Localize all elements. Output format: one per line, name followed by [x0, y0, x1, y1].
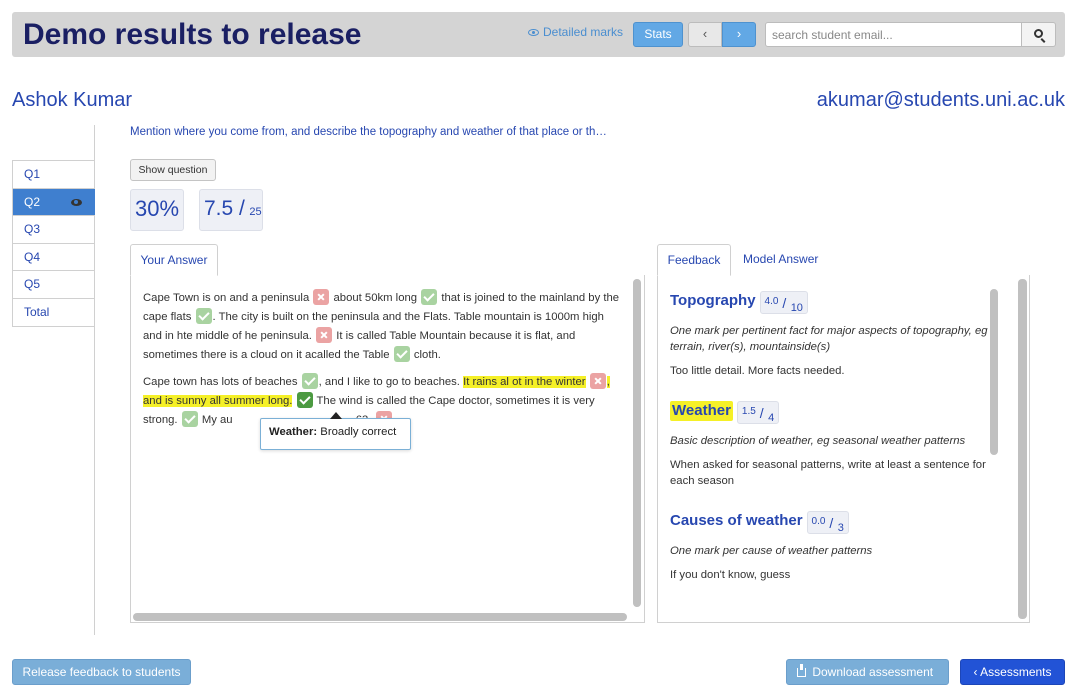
criterion-comment: Too little detail. More facts needed.: [670, 365, 845, 377]
tick-mark-icon[interactable]: [393, 346, 410, 362]
chevron-right-icon: ›: [736, 26, 742, 41]
criterion-header: Causes of weather 0.0 / 3: [670, 511, 988, 534]
criterion-title: Causes of weather: [670, 512, 803, 529]
question-nav-label: Q2: [24, 194, 41, 209]
next-student-button[interactable]: ›: [722, 22, 756, 47]
release-feedback-button[interactable]: Release feedback to students: [12, 659, 191, 685]
previous-student-button[interactable]: ‹: [688, 22, 722, 47]
cross-mark-icon[interactable]: [316, 327, 333, 343]
criterion: Weather 1.5 / 4 Basic description of wea…: [670, 401, 988, 489]
score-slash: /: [233, 197, 245, 220]
criterion-score-max: 3: [837, 522, 844, 534]
tick-mark-icon[interactable]: [181, 411, 198, 427]
question-nav-item-q3[interactable]: Q3: [13, 216, 95, 244]
chevron-left-icon: ‹: [702, 26, 708, 41]
outer-vertical-scrollbar[interactable]: [1018, 279, 1027, 619]
answer-segment: Cape town has lots of beaches: [143, 376, 298, 388]
question-nav-item-q4[interactable]: Q4: [13, 244, 95, 271]
criterion-score-max: 4: [768, 412, 775, 424]
question-text: Mention where you come from, and describ…: [130, 126, 607, 138]
criterion: Topography 4.0 / 10 One mark per pertine…: [670, 291, 988, 379]
criterion-score: 1.5 / 4: [736, 401, 780, 424]
show-question-button[interactable]: Show question: [130, 159, 216, 181]
answer-segment: cloth.: [413, 349, 441, 361]
detailed-marks-link[interactable]: Detailed marks: [528, 25, 623, 39]
scrollbar-thumb[interactable]: [633, 279, 641, 607]
question-nav-item-q5[interactable]: Q5: [13, 271, 95, 299]
eye-icon: [528, 28, 539, 36]
question-nav-label: Q1: [24, 167, 41, 181]
percent-score: 30%: [130, 189, 184, 231]
header-bar: Demo results to release Detailed marks S…: [12, 12, 1065, 57]
criterion-score: 0.0 / 3: [806, 511, 849, 534]
answer-segment: My au: [201, 414, 233, 426]
score-value: 7.5: [204, 197, 234, 220]
student-name: Ashok Kumar: [12, 89, 133, 111]
search-student-email-input[interactable]: [765, 22, 1022, 47]
download-assessment-button[interactable]: Download assessment: [786, 659, 949, 685]
question-nav-item-q1[interactable]: Q1: [13, 161, 95, 189]
criterion-description: One mark per cause of weather patterns: [670, 545, 873, 557]
feedback-vertical-scrollbar[interactable]: [990, 289, 998, 455]
assessments-button[interactable]: ‹ Assessments: [960, 659, 1065, 685]
highlighted-segment: It rains al ot in the winter: [463, 376, 586, 388]
criterion-score-max: 10: [790, 302, 803, 314]
tab-your-answer[interactable]: Your Answer: [130, 244, 218, 276]
answer-paragraph: Cape Town is on and a peninsula about 50…: [143, 289, 621, 365]
stats-button[interactable]: Stats: [633, 22, 683, 47]
criterion-score-slash: /: [778, 295, 787, 311]
question-nav: Q1 Q2 Q3 Q4 Q5 Total: [12, 160, 95, 327]
feedback-panel: Topography 4.0 / 10 One mark per pertine…: [657, 275, 1030, 623]
answer-segment: , and I like to go to beaches.: [318, 376, 460, 388]
eye-icon: [71, 198, 82, 206]
answer-vertical-scrollbar[interactable]: [633, 279, 641, 607]
tick-mark-icon[interactable]: [301, 373, 318, 389]
criterion-title: Topography: [670, 292, 756, 309]
criterion-score-value: 1.5: [741, 406, 756, 417]
tab-model-answer[interactable]: Model Answer: [743, 252, 818, 266]
tab-feedback[interactable]: Feedback: [657, 244, 731, 276]
criterion-comment: When asked for seasonal patterns, write …: [670, 459, 986, 487]
question-nav-item-q2[interactable]: Q2: [13, 188, 95, 216]
download-assessment-label: Download assessment: [812, 665, 934, 679]
criterion-description: Basic description of weather, eg seasona…: [670, 435, 966, 447]
criterion-score-value: 0.0: [811, 516, 826, 527]
download-icon: [797, 664, 806, 677]
criterion: Causes of weather 0.0 / 3 One mark per c…: [670, 511, 988, 583]
question-nav-label: Q5: [24, 277, 41, 291]
search-icon: [1034, 29, 1043, 38]
criterion-score-value: 4.0: [764, 296, 779, 307]
question-score: 7.5 / 25: [199, 189, 263, 231]
answer-text: Cape Town is on and a peninsula about 50…: [143, 289, 621, 438]
tooltip-label: Weather:: [269, 426, 318, 438]
question-nav-label: Q4: [24, 249, 41, 264]
page-title: Demo results to release: [23, 18, 362, 51]
answer-segment: about 50km long: [333, 292, 418, 304]
question-nav-item-total[interactable]: Total: [13, 299, 95, 327]
feedback-content: Topography 4.0 / 10 One mark per pertine…: [670, 291, 988, 605]
answer-horizontal-scrollbar[interactable]: [133, 613, 627, 621]
answer-segment: Cape Town is on and a peninsula: [143, 292, 310, 304]
criterion-score-slash: /: [755, 405, 764, 421]
criterion-score-slash: /: [825, 515, 834, 531]
criterion-description: One mark per pertinent fact for major as…: [670, 325, 988, 353]
question-nav-label: Total: [24, 304, 50, 319]
detailed-marks-label: Detailed marks: [543, 25, 624, 39]
student-email: akumar@students.uni.ac.uk: [816, 89, 1065, 111]
criterion-comment: If you don't know, guess: [670, 569, 791, 581]
criterion-title: Weather: [670, 401, 733, 421]
tick-mark-icon[interactable]: [421, 289, 438, 305]
criterion-header: Topography 4.0 / 10: [670, 291, 988, 314]
tooltip-text: Broadly correct: [320, 426, 397, 438]
cross-mark-icon[interactable]: [589, 373, 606, 389]
criterion-header: Weather 1.5 / 4: [670, 401, 988, 424]
search-button[interactable]: [1021, 22, 1056, 47]
tick-mark-icon[interactable]: [296, 392, 313, 408]
criterion-score: 4.0 / 10: [759, 291, 808, 314]
mark-tooltip: Weather: Broadly correct: [260, 412, 411, 450]
score-max: 25: [249, 206, 262, 218]
tick-mark-icon[interactable]: [195, 308, 212, 324]
question-nav-label: Q3: [24, 222, 41, 236]
cross-mark-icon[interactable]: [313, 289, 330, 305]
